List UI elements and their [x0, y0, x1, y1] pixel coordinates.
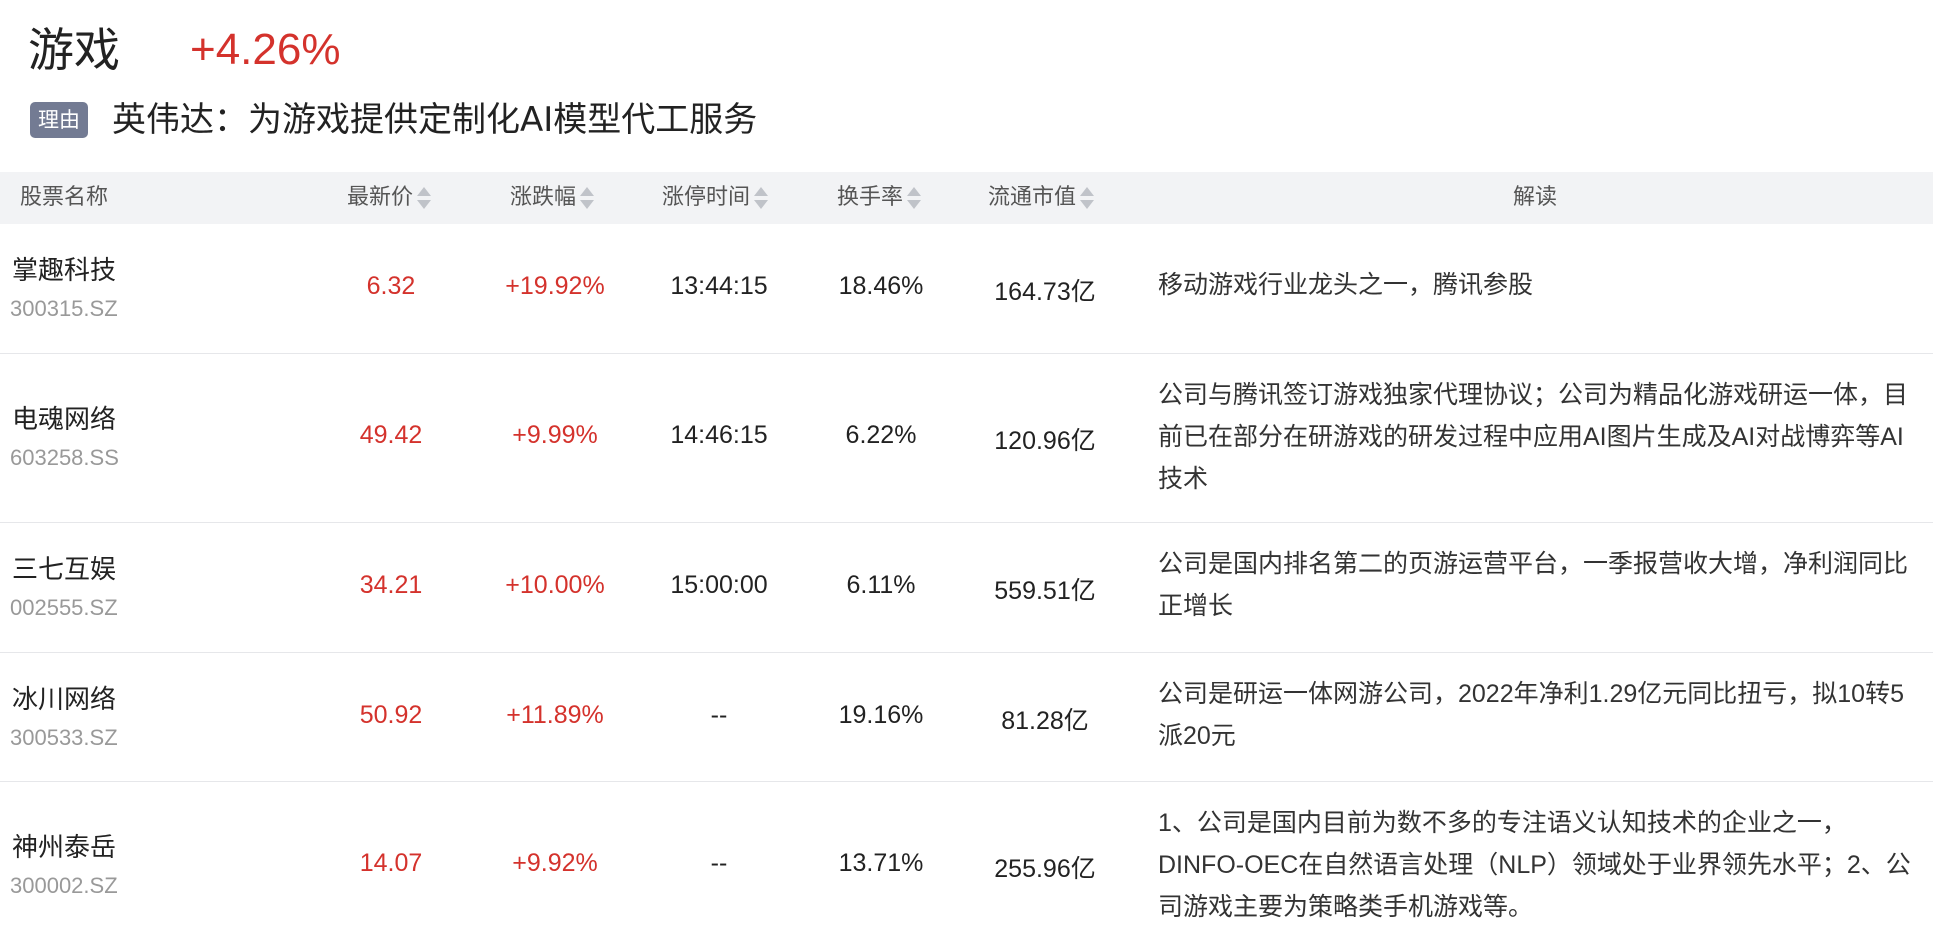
table-row[interactable]: 冰川网络 300533.SZ 50.92 +11.89% -- 19.16% 8…: [0, 653, 1933, 782]
col-mkt-cap-label: 流通市值: [988, 185, 1077, 210]
col-mkt-cap[interactable]: 流通市值: [988, 172, 1095, 224]
stock-description: 移动游戏行业龙头之一，腾讯参股: [1158, 271, 1534, 299]
col-name: 股票名称: [20, 172, 108, 224]
stock-code: 603258.SS: [10, 445, 119, 470]
turnover-rate: 13.71%: [838, 849, 924, 877]
col-price[interactable]: 最新价: [347, 172, 432, 224]
latest-price: 6.32: [366, 272, 416, 300]
col-desc: 解读: [1513, 172, 1557, 224]
change-pct: +9.92%: [512, 849, 598, 877]
col-change-label: 涨跌幅: [510, 185, 577, 210]
latest-price: 49.42: [359, 421, 423, 449]
col-turnover[interactable]: 换手率: [837, 172, 922, 224]
col-limit-time-label: 涨停时间: [662, 185, 751, 210]
sort-caret-icon[interactable]: [580, 187, 595, 209]
stock-name[interactable]: 掌趣科技: [12, 250, 116, 287]
table-row[interactable]: 电魂网络 603258.SS 49.42 +9.99% 14:46:15 6.2…: [0, 354, 1933, 523]
stock-name[interactable]: 三七互娱: [12, 549, 116, 586]
sector-title: 游戏: [28, 23, 120, 77]
table-row[interactable]: 三七互娱 002555.SZ 34.21 +10.00% 15:00:00 6.…: [0, 523, 1933, 653]
market-cap: 81.28亿: [1001, 707, 1089, 735]
col-desc-label: 解读: [1513, 185, 1558, 210]
stock-name[interactable]: 电魂网络: [12, 399, 116, 436]
limit-time: --: [710, 849, 728, 877]
sort-caret-icon[interactable]: [754, 187, 769, 209]
stock-description: 公司是国内排名第二的页游运营平台，一季报营收大增，净利润同比正增长: [1158, 550, 1909, 620]
sector-header: 游戏 +4.26% 理由 英伟达：为游戏提供定制化AI模型代工服务: [0, 0, 1933, 172]
change-pct: +19.92%: [505, 272, 605, 300]
market-cap: 120.96亿: [994, 427, 1096, 455]
change-pct: +10.00%: [505, 571, 605, 599]
stock-code: 300315.SZ: [10, 296, 118, 321]
col-turnover-label: 换手率: [837, 185, 904, 210]
latest-price: 34.21: [359, 571, 423, 599]
stock-code: 300002.SZ: [10, 873, 118, 898]
stock-code: 002555.SZ: [10, 595, 118, 620]
turnover-rate: 19.16%: [838, 701, 924, 729]
market-cap: 559.51亿: [994, 577, 1096, 605]
change-pct: +9.99%: [512, 421, 598, 449]
sort-caret-icon[interactable]: [1080, 187, 1095, 209]
reason-badge: 理由: [30, 102, 88, 138]
turnover-rate: 6.11%: [846, 571, 916, 599]
limit-time: 14:46:15: [670, 421, 768, 449]
turnover-rate: 6.22%: [845, 421, 917, 449]
table-header: 股票名称 最新价 涨跌幅 涨停时间 换手率 流通市值 解读: [0, 172, 1933, 224]
table-row[interactable]: 掌趣科技 300315.SZ 6.32 +19.92% 13:44:15 18.…: [0, 224, 1933, 354]
limit-time: 13:44:15: [670, 272, 768, 300]
limit-time: --: [710, 701, 728, 729]
table-row[interactable]: 神州泰岳 300002.SZ 14.07 +9.92% -- 13.71% 25…: [0, 782, 1933, 948]
col-limit-time[interactable]: 涨停时间: [662, 172, 769, 224]
latest-price: 50.92: [359, 701, 423, 729]
col-change[interactable]: 涨跌幅: [510, 172, 595, 224]
col-name-label: 股票名称: [20, 185, 109, 210]
stock-name[interactable]: 冰川网络: [12, 679, 116, 716]
latest-price: 14.07: [359, 849, 423, 877]
turnover-rate: 18.46%: [838, 272, 924, 300]
reason-text: 英伟达：为游戏提供定制化AI模型代工服务: [112, 100, 758, 140]
limit-time: 15:00:00: [670, 571, 768, 599]
stock-description: 公司是研运一体网游公司，2022年净利1.29亿元同比扭亏，拟10转5派20元: [1158, 680, 1904, 750]
market-cap: 164.73亿: [994, 278, 1096, 306]
stock-description: 1、公司是国内目前为数不多的专注语义认知技术的企业之一，DINFO-OEC在自然…: [1158, 809, 1911, 921]
market-cap: 255.96亿: [994, 855, 1096, 883]
sort-caret-icon[interactable]: [907, 187, 922, 209]
sort-caret-icon[interactable]: [417, 187, 432, 209]
stock-name[interactable]: 神州泰岳: [12, 827, 116, 864]
change-pct: +11.89%: [506, 701, 604, 729]
stock-code: 300533.SZ: [10, 725, 118, 750]
sector-change: +4.26%: [190, 25, 341, 74]
stock-description: 公司与腾讯签订游戏独家代理协议；公司为精品化游戏研运一体，目前已在部分在研游戏的…: [1158, 381, 1909, 493]
col-price-label: 最新价: [347, 185, 414, 210]
